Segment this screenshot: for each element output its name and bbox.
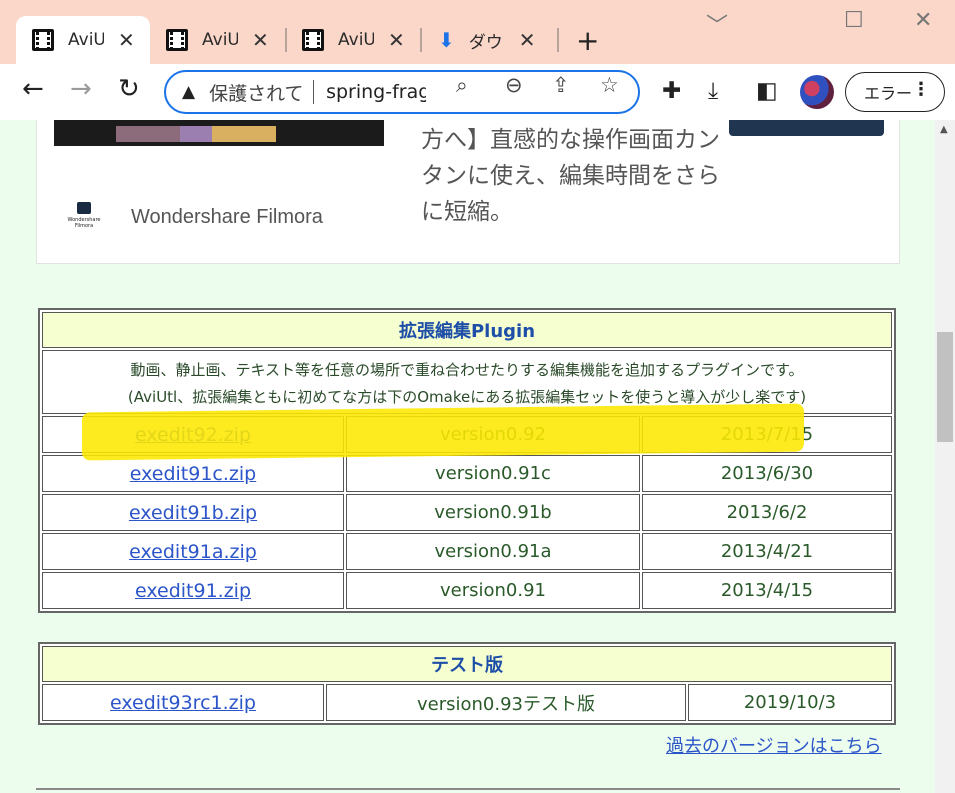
ad-text[interactable]: 方へ】直感的な操作画面カンタンに使え、編集時間をさらに短縮。 — [421, 122, 721, 230]
security-label[interactable]: 保護されていない通信 — [209, 79, 305, 106]
version-cell: version0.91b — [346, 494, 640, 531]
reload-icon[interactable]: ↻ — [118, 74, 140, 104]
new-tab-button[interactable]: + — [576, 24, 599, 57]
tab-aviutl-1[interactable]: AviUtl ✕ — [16, 16, 150, 64]
minimize-icon[interactable]: ﹀ — [706, 8, 728, 40]
table-row: exedit91.zip version0.91 2013/4/15 — [42, 572, 892, 609]
section-divider — [36, 788, 900, 793]
version-cell: version0.93テスト版 — [326, 684, 686, 721]
date-cell: 2013/6/2 — [642, 494, 892, 531]
table-description: 動画、静止画、テキスト等を任意の場所で重ね合わせたりする編集機能を追加するプラグ… — [42, 350, 892, 414]
table-title: テスト版 — [42, 646, 892, 682]
table-row: exedit93rc1.zip version0.93テスト版 2019/10/… — [42, 684, 892, 721]
zoom-out-icon[interactable]: ⊖ — [505, 73, 523, 97]
tab-aviutl-3[interactable]: AviUtl ✕ — [286, 16, 420, 64]
divider — [313, 80, 315, 104]
downloads-icon[interactable]: ⤓ — [708, 78, 718, 104]
file-cell: exedit91a.zip — [42, 533, 344, 570]
profile-avatar[interactable] — [800, 75, 834, 109]
tab-aviutl-2[interactable]: AviUtl ✕ — [150, 16, 284, 64]
error-label: エラー — [864, 84, 913, 103]
tab-download[interactable]: ⬇ ダウンロード ✕ — [422, 16, 556, 64]
ad-video-thumbnail[interactable] — [54, 120, 384, 146]
date-cell: 2013/6/30 — [642, 455, 892, 492]
advertisement[interactable]: Wondershare Filmora Wondershare Filmora … — [36, 120, 900, 264]
table-row: exedit92.zip version0.92 2013/7/15 — [42, 416, 892, 453]
browser-toolbar: ← → ↻ ▲ 保護されていない通信 spring-fragrance.mint… — [0, 64, 955, 120]
download-link[interactable]: exedit91b.zip — [129, 502, 257, 524]
error-button[interactable]: エラー ⋮ — [845, 72, 945, 112]
tab-title: AviUtl — [338, 30, 374, 50]
version-cell: version0.91 — [346, 572, 640, 609]
file-cell: exedit91.zip — [42, 572, 344, 609]
download-icon: ⬇ — [438, 28, 455, 52]
film-icon — [302, 29, 324, 51]
file-cell: exedit91c.zip — [42, 455, 344, 492]
scroll-up-icon[interactable]: ▲ — [940, 124, 948, 135]
close-window-icon[interactable]: ✕ — [914, 8, 932, 33]
file-cell: exedit91b.zip — [42, 494, 344, 531]
plugin-table: 拡張編集Plugin 動画、静止画、テキスト等を任意の場所で重ね合わせたりする編… — [38, 308, 896, 613]
tab-title: ダウンロード — [468, 32, 505, 53]
download-link[interactable]: exedit91a.zip — [129, 541, 257, 563]
download-link[interactable]: exedit91c.zip — [130, 463, 256, 485]
version-cell: version0.92 — [346, 416, 640, 453]
table-title: 拡張編集Plugin — [42, 312, 892, 348]
date-cell: 2013/4/15 — [642, 572, 892, 609]
film-icon — [166, 29, 188, 51]
logo-text: Wondershare Filmora — [67, 217, 101, 229]
filmora-logo: Wondershare Filmora — [59, 202, 109, 234]
file-cell: exedit93rc1.zip — [42, 684, 324, 721]
share-icon[interactable]: ⇪ — [552, 73, 570, 97]
filmora-logo-mark — [77, 202, 91, 214]
bookmark-star-icon[interactable]: ☆ — [600, 73, 619, 97]
description-line: (AviUtl、拡張編集ともに初めてな方は下のOmakeにある拡張編集セットを使… — [127, 387, 807, 406]
back-icon[interactable]: ← — [22, 74, 44, 104]
side-panel-icon[interactable]: ◧ — [756, 78, 778, 104]
search-icon[interactable]: ⌕ — [456, 73, 468, 98]
page-content: Wondershare Filmora Wondershare Filmora … — [0, 120, 935, 793]
forward-icon[interactable]: → — [70, 74, 92, 104]
close-tab-icon[interactable]: ✕ — [519, 28, 536, 52]
file-cell: exedit92.zip — [42, 416, 344, 453]
download-link[interactable]: exedit92.zip — [135, 424, 251, 446]
extensions-icon[interactable]: ✚ — [662, 78, 681, 104]
test-table: テスト版 exedit93rc1.zip version0.93テスト版 201… — [38, 642, 896, 725]
download-link[interactable]: exedit91.zip — [135, 580, 251, 602]
restore-icon[interactable]: ☐ — [844, 8, 864, 33]
date-cell: 2013/4/21 — [642, 533, 892, 570]
page-scrollbar[interactable]: ▲ — [935, 120, 955, 793]
past-versions-link[interactable]: 過去のバージョンはこちら — [666, 732, 882, 758]
menu-dots-icon[interactable]: ⋮ — [912, 79, 930, 100]
table-row: exedit91a.zip version0.91a 2013/4/21 — [42, 533, 892, 570]
version-cell: version0.91a — [346, 533, 640, 570]
timeline-strip — [116, 126, 276, 142]
tab-strip: AviUtl ✕ AviUtl ✕ AviUtl ✕ ⬇ ダウンロード ✕ + … — [0, 0, 955, 64]
download-link[interactable]: exedit93rc1.zip — [110, 692, 256, 714]
table-row: exedit91c.zip version0.91c 2013/6/30 — [42, 455, 892, 492]
tab-title: AviUtl — [68, 30, 104, 50]
date-cell: 2019/10/3 — [688, 684, 892, 721]
close-tab-icon[interactable]: ✕ — [388, 28, 405, 52]
description-line: 動画、静止画、テキスト等を任意の場所で重ね合わせたりする編集機能を追加するプラグ… — [130, 360, 804, 379]
table-row: exedit91b.zip version0.91b 2013/6/2 — [42, 494, 892, 531]
film-icon — [32, 29, 54, 51]
scrollbar-thumb[interactable] — [937, 332, 953, 442]
url-text[interactable]: spring-fragrance.mints.ne.jp — [326, 81, 426, 103]
warning-icon[interactable]: ▲ — [182, 82, 195, 102]
date-cell: 2013/7/15 — [642, 416, 892, 453]
ad-brand[interactable]: Wondershare Filmora — [131, 206, 323, 229]
close-tab-icon[interactable]: ✕ — [118, 28, 135, 52]
tab-separator — [557, 28, 559, 52]
ad-cta-button[interactable] — [729, 120, 884, 136]
version-cell: version0.91c — [346, 455, 640, 492]
tab-title: AviUtl — [202, 30, 238, 50]
close-tab-icon[interactable]: ✕ — [252, 28, 269, 52]
